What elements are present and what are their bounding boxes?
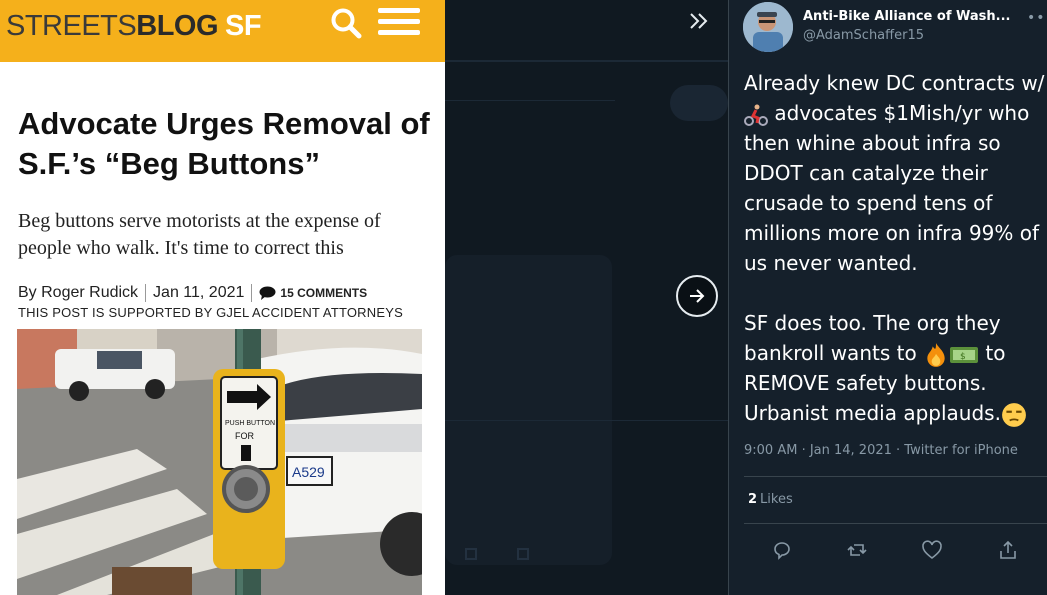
share-icon[interactable] (997, 539, 1019, 561)
collapse-panel-icon[interactable] (688, 10, 710, 32)
tweet-panel: Anti-Bike Alliance of Wash... @AdamSchaf… (728, 0, 1047, 595)
next-image-button[interactable] (676, 275, 718, 317)
svg-text:PUSH BUTTON: PUSH BUTTON (225, 420, 275, 427)
divider (744, 523, 1047, 524)
article-card: STREETSBLOG SF Advocate Urges Removal of … (0, 0, 445, 595)
svg-text:$: $ (960, 352, 966, 362)
streetsblog-header: STREETSBLOG SF (0, 0, 445, 62)
sponsor-line[interactable]: THIS POST IS SUPPORTED BY GJEL ACCIDENT … (18, 305, 403, 320)
tweet-timestamp[interactable]: 9:00 AM · Jan 14, 2021 · Twitter for iPh… (744, 443, 1018, 458)
like-heart-icon[interactable] (921, 539, 943, 561)
more-options-icon[interactable]: ••• (1027, 10, 1047, 26)
tweet-text: Already knew DC contracts w/ advocates $… (744, 68, 1047, 428)
avatar[interactable] (743, 2, 793, 52)
svg-text:FOR: FOR (235, 431, 254, 441)
unamused-face-emoji (1002, 402, 1026, 427)
retweet-icon[interactable] (846, 539, 868, 561)
streetsblog-logo[interactable]: STREETSBLOG SF (6, 10, 262, 43)
svg-text:A529: A529 (292, 464, 325, 480)
reply-icon[interactable] (771, 539, 793, 561)
display-name[interactable]: Anti-Bike Alliance of Wash... (803, 9, 1013, 24)
likes-count[interactable]: 2 Likes (748, 492, 793, 507)
author-name[interactable]: By Roger Rudick (18, 284, 138, 302)
divider (744, 476, 1047, 477)
user-handle[interactable]: @AdamSchaffer15 (803, 28, 924, 43)
cyclist-emoji (744, 104, 768, 126)
byline: By Roger Rudick Jan 11, 2021 15 COMMENTS (18, 283, 438, 303)
publish-date: Jan 11, 2021 (153, 284, 245, 301)
hamburger-menu-icon[interactable] (378, 8, 420, 36)
fire-emoji (927, 342, 945, 367)
article-title[interactable]: Advocate Urges Removal of S.F.’s “Beg Bu… (18, 104, 438, 184)
article-dek: Beg buttons serve motorists at the expen… (18, 210, 381, 259)
comments-link[interactable]: 15 COMMENTS (280, 286, 367, 300)
search-icon[interactable] (330, 7, 362, 39)
money-emoji: $ (950, 346, 979, 363)
arrow-right-icon (690, 289, 705, 303)
comment-bubble-icon (259, 286, 276, 300)
article-photo: A529 PUSH BUTTON FOR (17, 329, 422, 595)
